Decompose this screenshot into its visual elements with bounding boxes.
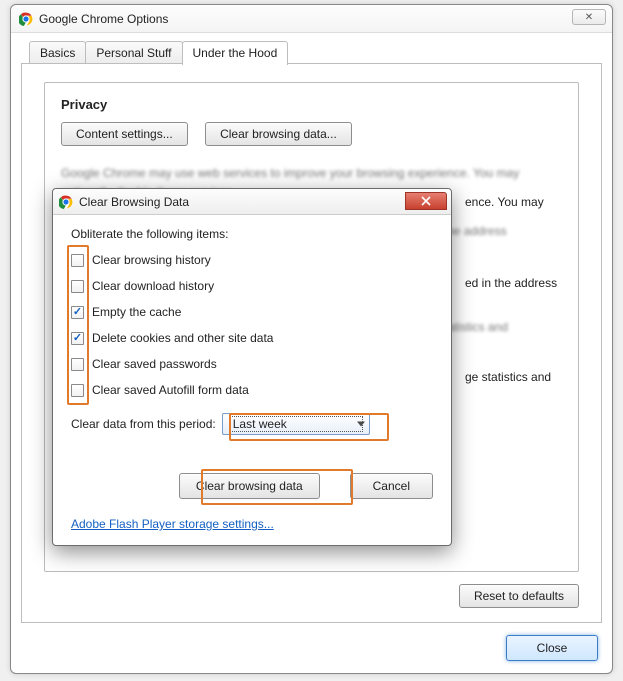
tabs: Basics Personal Stuff Under the Hood — [29, 41, 287, 65]
chrome-icon — [59, 195, 73, 209]
check-row-autofill[interactable]: Clear saved Autofill form data — [71, 377, 433, 403]
checkbox[interactable] — [71, 306, 84, 319]
close-icon — [421, 196, 431, 206]
checkbox[interactable] — [71, 384, 84, 397]
checkbox-label: Delete cookies and other site data — [92, 331, 273, 345]
clear-browsing-data-dialog: Clear Browsing Data Obliterate the follo… — [52, 188, 452, 546]
period-selected: Last week — [229, 416, 363, 432]
checkbox[interactable] — [71, 254, 84, 267]
clear-browsing-data-button[interactable]: Clear browsing data... — [205, 122, 352, 146]
close-button[interactable]: Close — [506, 635, 598, 661]
period-label: Clear data from this period: — [71, 417, 216, 431]
check-row-empty-cache[interactable]: Empty the cache — [71, 299, 433, 325]
checkbox[interactable] — [71, 332, 84, 345]
period-dropdown[interactable]: Last week — [222, 413, 370, 435]
checkbox-label: Clear browsing history — [92, 253, 211, 267]
partial-text-2: ed in the address — [465, 274, 557, 293]
dialog-titlebar: Clear Browsing Data — [53, 189, 451, 215]
checkbox-label: Empty the cache — [92, 305, 181, 319]
partial-text-3: ge statistics and — [465, 368, 551, 387]
close-icon: ✕ — [585, 12, 593, 23]
tab-basics[interactable]: Basics — [29, 41, 86, 65]
chevron-down-icon — [357, 422, 365, 427]
privacy-title: Privacy — [61, 97, 562, 112]
reset-defaults-button[interactable]: Reset to defaults — [459, 584, 579, 608]
check-row-browsing-history[interactable]: Clear browsing history — [71, 247, 433, 273]
dialog-title: Clear Browsing Data — [79, 195, 189, 209]
partial-text-1: ence. You may — [465, 193, 544, 212]
chrome-icon — [19, 12, 33, 26]
cancel-button[interactable]: Cancel — [350, 473, 433, 499]
flash-settings-link[interactable]: Adobe Flash Player storage settings... — [71, 517, 274, 531]
main-title: Google Chrome Options — [39, 12, 168, 26]
dialog-prompt: Obliterate the following items: — [71, 227, 433, 241]
checkbox[interactable] — [71, 358, 84, 371]
checkbox[interactable] — [71, 280, 84, 293]
checkbox-label: Clear saved Autofill form data — [92, 383, 249, 397]
main-titlebar: Google Chrome Options ✕ — [11, 5, 612, 33]
dialog-close-button[interactable] — [405, 192, 447, 210]
tab-personal-stuff[interactable]: Personal Stuff — [85, 41, 182, 65]
check-row-saved-passwords[interactable]: Clear saved passwords — [71, 351, 433, 377]
check-row-download-history[interactable]: Clear download history — [71, 273, 433, 299]
checkbox-label: Clear saved passwords — [92, 357, 217, 371]
clear-browsing-data-confirm-button[interactable]: Clear browsing data — [179, 473, 320, 499]
window-close-button[interactable]: ✕ — [572, 9, 606, 25]
tab-under-the-hood[interactable]: Under the Hood — [182, 41, 289, 65]
content-settings-button[interactable]: Content settings... — [61, 122, 188, 146]
check-row-delete-cookies[interactable]: Delete cookies and other site data — [71, 325, 433, 351]
checkbox-label: Clear download history — [92, 279, 214, 293]
